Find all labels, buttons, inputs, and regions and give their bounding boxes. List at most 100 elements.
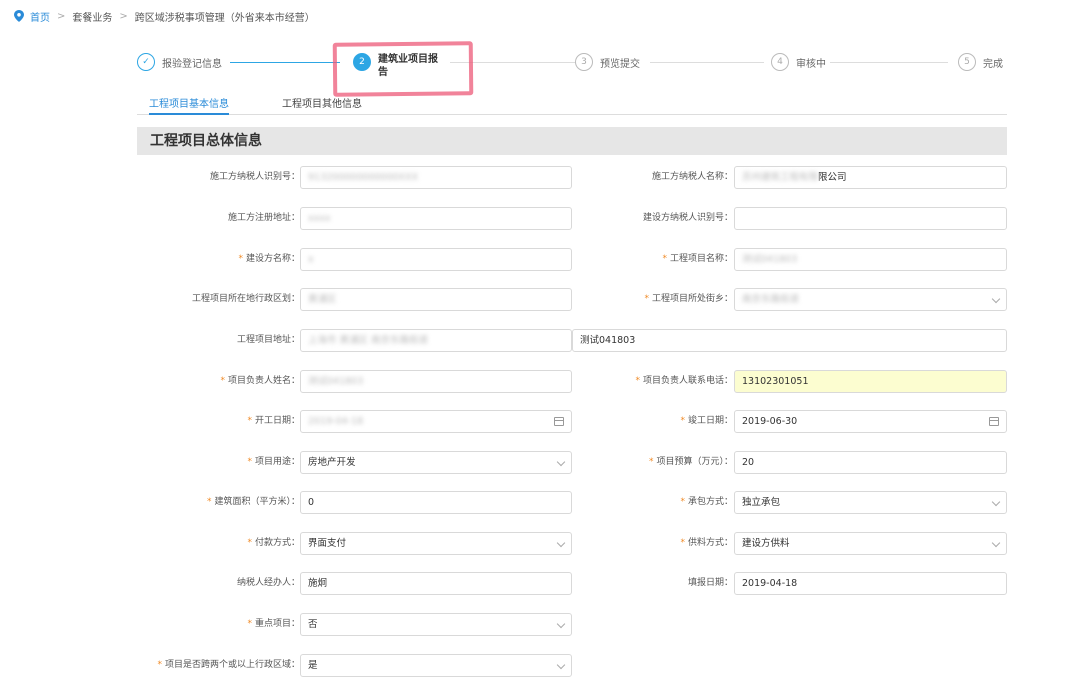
masked-value: xxxx — [308, 213, 331, 224]
supply-method-label: * 供料方式： — [680, 538, 733, 548]
contractor-address-label: 施工方注册地址： — [227, 213, 300, 223]
cross-region-label: * 项目是否跨两个或以上行政区域： — [157, 660, 300, 670]
breadcrumb-home-link[interactable]: 首页 — [30, 9, 50, 24]
tax-agent-label: 纳税人经办人： — [236, 578, 300, 588]
project-name-label: * 工程项目名称： — [662, 254, 733, 264]
masked-value: 上海市 黄浦区 南京东路街道 — [308, 335, 429, 346]
required-mark: * — [644, 294, 649, 304]
tab-basic-info[interactable]: 工程项目基本信息 — [149, 95, 229, 115]
key-project-select[interactable]: 否 — [300, 613, 572, 636]
step-label: 审核中 — [796, 58, 826, 70]
required-mark: * — [662, 254, 667, 264]
chevron-down-icon — [556, 619, 566, 629]
contract-method-select[interactable]: 独立承包 — [734, 491, 1007, 514]
step-number: 4 — [771, 53, 789, 71]
required-mark: * — [635, 376, 640, 386]
tab-bar: 工程项目基本信息 工程项目其他信息 — [137, 93, 1007, 115]
start-date-picker[interactable]: 2019-04-18 — [300, 410, 572, 433]
builder-tax-id-label: 建设方纳税人识别号： — [642, 213, 733, 223]
fill-date-input[interactable]: 2019-04-18 — [734, 572, 1007, 595]
chevron-down-icon — [556, 660, 566, 670]
end-date-picker[interactable]: 2019-06-30 — [734, 410, 1007, 433]
check-icon: ✓ — [137, 53, 155, 71]
project-district-input[interactable]: 黄浦区 — [300, 288, 572, 311]
tax-agent-input[interactable]: 施炯 — [300, 572, 572, 595]
required-mark: * — [648, 457, 654, 467]
masked-value: 913200000000000XXX — [308, 172, 419, 183]
contractor-name-label: 施工方纳税人名称： — [651, 172, 733, 182]
masked-value: 测试041803 — [308, 376, 364, 387]
contractor-name-input[interactable]: 苏州建筑工程有限限公司 — [734, 166, 1007, 189]
required-mark: * — [157, 660, 162, 670]
project-street-select[interactable]: 南京东路街道 — [734, 288, 1007, 311]
builder-name-label: * 建设方名称： — [238, 254, 300, 264]
required-mark: * — [238, 254, 243, 264]
masked-value: 南京东路街道 — [742, 294, 800, 305]
tab-other-info[interactable]: 工程项目其他信息 — [282, 95, 362, 115]
step-preview-submit: 3 预览提交 — [575, 52, 640, 72]
manager-name-input[interactable]: 测试041803 — [300, 370, 572, 393]
fill-date-label: 填报日期： — [687, 578, 733, 588]
chevron-down-icon — [991, 497, 1001, 507]
builder-name-input[interactable]: x — [300, 248, 572, 271]
contractor-tax-id-input[interactable]: 913200000000000XXX — [300, 166, 572, 189]
required-mark: * — [247, 416, 252, 426]
required-mark: * — [220, 376, 225, 386]
step-label: 预览提交 — [600, 58, 640, 70]
payment-method-select[interactable]: 界面支付 — [300, 532, 572, 555]
supply-method-select[interactable]: 建设方供料 — [734, 532, 1007, 555]
breadcrumb-separator: > — [57, 10, 66, 22]
project-name-input[interactable]: 测试041803 — [734, 248, 1007, 271]
calendar-icon[interactable] — [989, 417, 999, 426]
step-connector — [830, 62, 948, 63]
required-mark: * — [247, 457, 252, 467]
breadcrumb-separator: > — [119, 10, 128, 22]
contractor-name-suffix: 限公司 — [818, 172, 847, 183]
step-connector — [650, 62, 764, 63]
breadcrumb-package-business[interactable]: 套餐业务 — [72, 9, 112, 24]
step-label: 报验登记信息 — [162, 58, 222, 70]
manager-name-label: * 项目负责人姓名： — [220, 376, 300, 386]
section-title: 工程项目总体信息 — [137, 127, 1007, 155]
masked-value: 黄浦区 — [308, 294, 337, 305]
annotation-highlight-box — [332, 41, 474, 97]
project-budget-input[interactable]: 20 — [734, 451, 1007, 474]
contractor-address-input[interactable]: xxxx — [300, 207, 572, 230]
project-address-region[interactable]: 上海市 黄浦区 南京东路街道 — [300, 329, 572, 352]
step-registration-info: ✓ 报验登记信息 — [137, 52, 222, 72]
step-label: 完成 — [983, 58, 1003, 70]
location-pin-icon — [14, 10, 24, 22]
project-budget-label: * 项目预算（万元）： — [648, 457, 733, 467]
breadcrumb-current: 跨区域涉税事项管理（外省来本市经营） — [134, 12, 315, 24]
manager-phone-input[interactable]: 13102301051 — [734, 370, 1007, 393]
required-mark: * — [247, 619, 252, 629]
manager-phone-label: * 项目负责人联系电话： — [635, 376, 733, 386]
building-area-input[interactable]: 0 — [300, 491, 572, 514]
project-address-label: 工程项目地址： — [236, 335, 300, 345]
required-mark: * — [680, 497, 685, 507]
chevron-down-icon — [991, 294, 1001, 304]
contract-method-label: * 承包方式： — [680, 497, 733, 507]
step-number: 5 — [958, 53, 976, 71]
step-number: 3 — [575, 53, 593, 71]
chevron-down-icon — [991, 538, 1001, 548]
project-address-detail-input[interactable]: 测试041803 — [572, 329, 1007, 352]
step-complete: 5 完成 — [958, 52, 1003, 72]
start-date-label: * 开工日期： — [247, 416, 300, 426]
building-area-label: * 建筑面积（平方米）： — [206, 497, 300, 507]
builder-tax-id-input[interactable] — [734, 207, 1007, 230]
masked-value: x — [308, 254, 314, 265]
step-connector — [230, 62, 340, 63]
contractor-tax-id-label: 施工方纳税人识别号： — [209, 172, 300, 182]
project-use-label: * 项目用途： — [247, 457, 300, 467]
project-use-select[interactable]: 房地产开发 — [300, 451, 572, 474]
payment-method-label: * 付款方式： — [247, 538, 300, 548]
cross-region-select[interactable]: 是 — [300, 654, 572, 677]
project-street-label: * 工程项目所处街乡： — [644, 294, 733, 304]
masked-value: 2019-04-18 — [308, 416, 364, 427]
required-mark: * — [247, 538, 252, 548]
required-mark: * — [206, 497, 212, 507]
project-district-label: 工程项目所在地行政区划： — [191, 294, 300, 304]
masked-value: 测试041803 — [742, 254, 798, 265]
step-progress: ✓ 报验登记信息 2 建筑业项目报告 3 预览提交 4 审核中 5 完成 — [137, 52, 1007, 78]
